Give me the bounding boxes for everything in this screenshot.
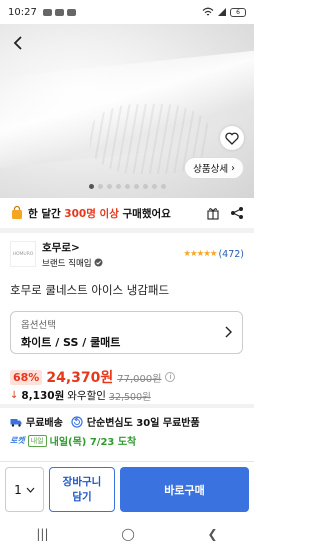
status-time: 10:27 — [8, 6, 37, 18]
option-value: 화이트 / SS / 쿨매트 — [21, 336, 121, 349]
quantity-select[interactable]: 1 — [5, 467, 44, 512]
notice-count: 300명 이상 — [64, 207, 119, 220]
chevron-down-icon — [26, 487, 35, 493]
review-count: (472) — [218, 248, 244, 260]
recent-apps-icon[interactable]: ||| — [36, 527, 48, 541]
wifi-icon — [202, 7, 214, 16]
notification-icon — [54, 8, 64, 16]
system-nav-bar: ||| ◯ ❮ — [0, 517, 254, 550]
option-select[interactable]: 옵션선택 화이트 / SS / 쿨매트 — [10, 311, 243, 354]
price-row: 68% 24,370원 77,000원 i — [10, 367, 176, 387]
info-icon[interactable]: i — [165, 372, 176, 382]
pagination-dot[interactable] — [124, 184, 130, 189]
sale-price: 24,370원 — [46, 370, 114, 386]
signal-icon — [218, 8, 226, 16]
product-detail-button[interactable]: 상품상세 › — [184, 157, 244, 179]
heart-icon — [225, 132, 239, 145]
original-price: 77,000원 — [117, 373, 162, 385]
gift-icon[interactable] — [206, 206, 220, 220]
bottom-action-bar: 1 장바구니 담기 바로구매 — [0, 461, 254, 517]
brand-name: 호무로 — [42, 241, 71, 254]
arrival-date: 내일(목) 7/23 도착 — [49, 437, 137, 448]
pagination-dot[interactable] — [160, 184, 166, 189]
option-label: 옵션선택 — [21, 320, 56, 331]
home-icon[interactable]: ◯ — [121, 527, 134, 541]
coupon-label: 와우할인 — [67, 390, 106, 402]
brand-logo: HOMURO — [10, 241, 36, 267]
shipping-row: 무료배송 단순변심도 30일 무료반품 — [10, 414, 200, 429]
quantity-value: 1 — [14, 482, 22, 497]
product-detail-label: 상품상세 — [193, 164, 229, 175]
free-shipping-label: 무료배송 — [26, 418, 63, 429]
coupon-original-price: 32,500원 — [108, 391, 151, 403]
pagination-dot[interactable] — [97, 184, 103, 189]
product-title: 호무로 쿨네스트 아이스 냉감패드 — [10, 283, 170, 297]
star-rating-icon: ★★★★★ — [183, 249, 217, 259]
system-icons: 6 — [202, 7, 246, 17]
back-nav-icon[interactable]: ❮ — [208, 527, 218, 541]
discount-badge: 68% — [10, 369, 43, 385]
section-divider — [0, 404, 254, 408]
truck-icon — [10, 418, 22, 427]
notification-icon — [42, 8, 52, 16]
notice-prefix: 한 달간 — [28, 207, 61, 220]
delivery-date-row: 로켓 내일 내일(목) 7/23 도착 — [10, 433, 136, 448]
shopping-bag-icon — [12, 206, 22, 219]
back-button[interactable] — [10, 34, 28, 52]
rating[interactable]: ★★★★★ (472) — [183, 249, 244, 260]
add-to-cart-button[interactable]: 장바구니 담기 — [49, 467, 115, 512]
coupon-amount: 8,130원 — [21, 390, 65, 402]
pagination-dot[interactable] — [151, 184, 157, 189]
tomorrow-tag: 내일 — [27, 434, 47, 447]
section-divider — [0, 228, 254, 233]
return-icon — [71, 415, 83, 428]
free-return-label: 단순변심도 30일 무료반품 — [86, 418, 200, 429]
brand-name-link[interactable]: 호무로> — [42, 240, 103, 255]
purchase-notice: 한 달간 300명 이상 구매했어요 — [10, 203, 244, 223]
coupon-row: ↓ 8,130원 와우할인 32,500원 — [10, 388, 151, 403]
brand-badge: 브랜드 직매입 — [42, 257, 103, 269]
pagination-dot[interactable] — [142, 184, 148, 189]
notification-icons — [42, 8, 76, 16]
brand-sub-label: 브랜드 직매입 — [42, 258, 92, 269]
chevron-right-icon: › — [231, 162, 235, 174]
battery-icon: 6 — [230, 7, 246, 17]
pagination-dot[interactable] — [115, 184, 121, 189]
notification-icon — [66, 8, 76, 16]
pagination-dot[interactable] — [106, 184, 112, 189]
buy-now-button[interactable]: 바로구매 — [120, 467, 249, 512]
pagination-dot[interactable] — [88, 184, 94, 189]
image-pagination — [0, 184, 254, 189]
rocket-icon: 로켓 — [10, 436, 25, 445]
status-bar: 10:27 6 — [0, 0, 254, 24]
brand-chevron-icon: > — [70, 241, 80, 254]
back-arrow-icon — [13, 36, 22, 50]
down-arrow-icon: ↓ — [10, 390, 19, 401]
verified-check-icon — [94, 258, 103, 267]
share-icon[interactable] — [230, 206, 244, 220]
brand-row[interactable]: HOMURO 호무로> 브랜드 직매입 ★★★★★ (472) — [10, 237, 244, 271]
cart-label-line1: 장바구니 — [62, 476, 102, 488]
pagination-dot[interactable] — [133, 184, 139, 189]
notice-suffix: 구매했어요 — [122, 207, 171, 220]
wishlist-button[interactable] — [220, 126, 244, 150]
chevron-right-icon — [225, 326, 232, 338]
cart-label-line2: 담기 — [72, 491, 92, 503]
